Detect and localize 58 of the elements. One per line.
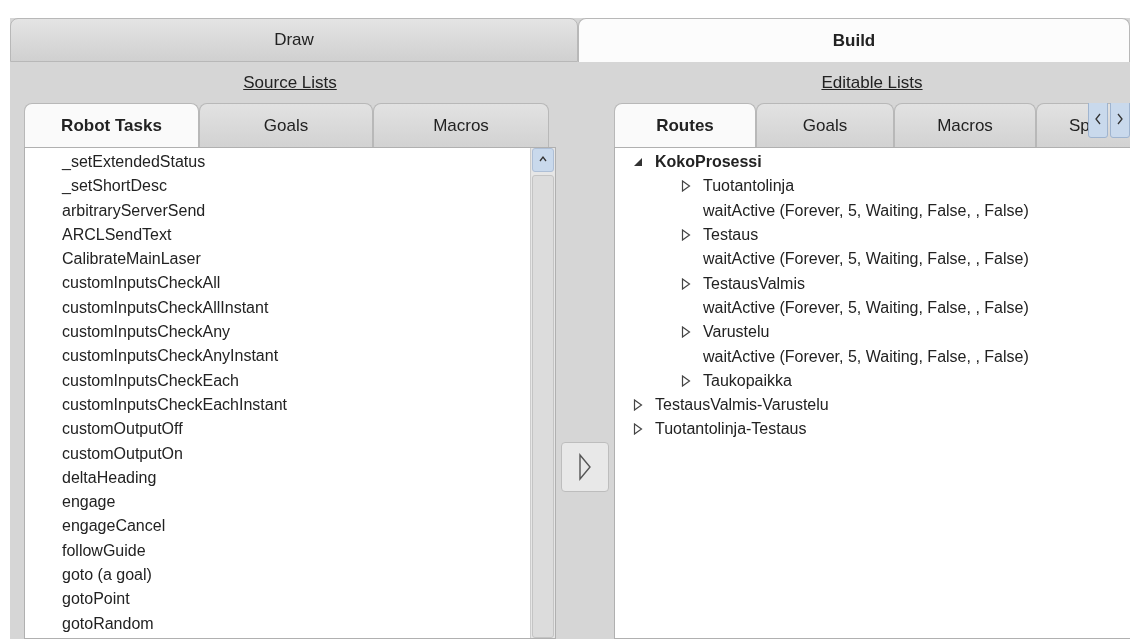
task-item[interactable]: customOutputOn (62, 444, 183, 462)
collapsed-triangle-icon[interactable] (681, 180, 691, 193)
scroll-left-button[interactable] (1088, 103, 1108, 138)
task-item[interactable]: deltaHeading (62, 468, 157, 486)
collapsed-triangle-icon[interactable] (681, 326, 691, 339)
scroll-up-button[interactable] (532, 148, 554, 172)
task-item[interactable]: _setShortDesc (62, 177, 167, 195)
tree-item[interactable]: TestausValmis (703, 274, 805, 293)
task-item[interactable]: customInputsCheckEach (62, 371, 239, 389)
task-item[interactable]: customInputsCheckAll (62, 274, 221, 292)
tree-item[interactable]: Varustelu (703, 323, 770, 342)
collapsed-triangle-icon[interactable] (681, 277, 691, 290)
task-item[interactable]: customInputsCheckAny (62, 323, 231, 341)
section-heading: Source Lists (243, 72, 337, 93)
collapsed-triangle-icon[interactable] (681, 374, 691, 387)
tree-item[interactable]: waitActive (Forever, 5, Waiting, False, , False) (703, 298, 1029, 317)
task-item[interactable]: engage (62, 493, 116, 511)
task-item[interactable]: arbitraryServerSend (62, 201, 206, 219)
list-tab[interactable]: Macros (894, 103, 1036, 147)
collapsed-triangle-icon[interactable] (681, 229, 691, 242)
scroll-right-button[interactable] (1110, 103, 1130, 138)
tree-item[interactable]: Taukopaikka (703, 371, 792, 390)
section-heading: Editable Lists (821, 72, 923, 93)
collapsed-triangle-icon[interactable] (633, 399, 643, 412)
add-button[interactable] (561, 442, 609, 492)
tree-item[interactable]: waitActive (Forever, 5, Waiting, False, , False) (703, 201, 1029, 220)
list-tab[interactable]: Routes (614, 103, 756, 147)
collapsed-triangle-icon[interactable] (633, 423, 643, 436)
task-item[interactable]: ARCLSendText (62, 225, 172, 243)
task-item[interactable]: customInputsCheckAnyInstant (62, 347, 279, 365)
chevron-right-icon (1116, 113, 1124, 125)
tree-item[interactable]: waitActive (Forever, 5, Waiting, False, , False) (703, 250, 1029, 269)
triangle-right-icon (578, 453, 592, 481)
task-item[interactable]: _setExtendedStatus (62, 153, 206, 170)
list-tab[interactable]: Robot Tasks (24, 103, 199, 147)
scrollbar-thumb[interactable] (532, 175, 554, 638)
list-tab[interactable]: Goals (756, 103, 894, 147)
task-item[interactable]: gotoPoint (62, 590, 130, 608)
tree-item[interactable]: Tuotantolinja-Testaus (655, 420, 807, 439)
tree-item[interactable]: Testaus (703, 226, 759, 245)
task-item[interactable]: customInputsCheckAllInstant (62, 298, 269, 316)
list-tab[interactable]: Macros (373, 103, 549, 147)
tree-item[interactable]: KokoProsessi (655, 153, 762, 172)
tree-item[interactable]: Tuotantolinja (703, 177, 795, 196)
task-item[interactable]: customOutputOff (62, 420, 183, 438)
expanded-triangle-icon[interactable] (633, 157, 643, 168)
tree-item[interactable]: waitActive (Forever, 5, Waiting, False, , False) (703, 347, 1029, 366)
task-item[interactable]: gotoRandom (62, 614, 154, 632)
list-tab[interactable]: Goals (199, 103, 373, 147)
chevron-left-icon (1094, 113, 1102, 125)
main-tab[interactable]: Draw (10, 18, 578, 62)
task-item[interactable]: goto (a goal) (62, 566, 152, 584)
task-item[interactable]: followGuide (62, 541, 146, 559)
task-item[interactable]: engageCancel (62, 517, 166, 535)
task-item[interactable]: CalibrateMainLaser (62, 250, 201, 268)
main-tab[interactable]: Build (578, 18, 1130, 62)
task-item[interactable]: customInputsCheckEachInstant (62, 395, 287, 413)
tree-item[interactable]: TestausValmis-Varustelu (655, 396, 829, 415)
